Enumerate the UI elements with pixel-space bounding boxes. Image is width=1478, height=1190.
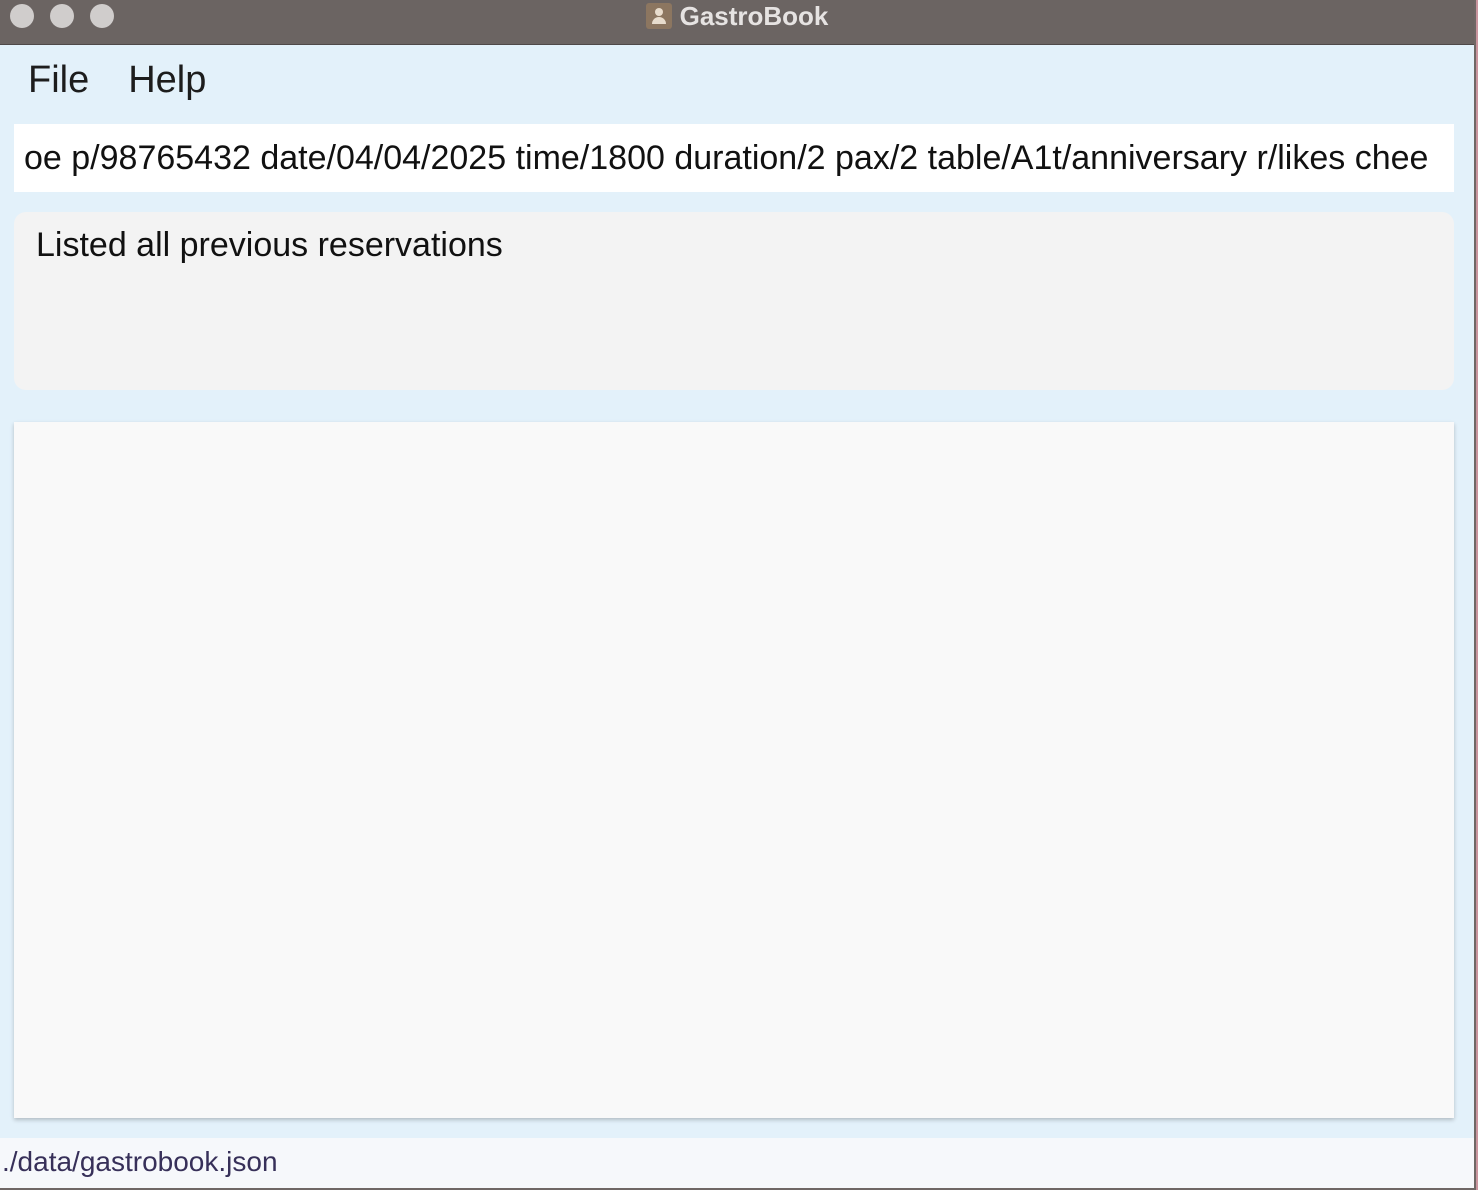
menu-bar: File Help (0, 48, 225, 112)
command-box[interactable]: oe p/98765432 date/04/04/2025 time/1800 … (14, 124, 1454, 192)
result-display: Listed all previous reservations (14, 212, 1454, 390)
result-message: Listed all previous reservations (36, 226, 503, 264)
reservation-list-panel[interactable] (14, 422, 1454, 1118)
window-title-group: GastroBook (0, 0, 1474, 32)
app-window: GastroBook File Help oe p/98765432 date/… (0, 0, 1476, 1190)
status-bar: ./data/gastrobook.json (0, 1138, 1474, 1188)
title-bar: GastroBook (0, 0, 1474, 45)
menu-file[interactable]: File (0, 59, 108, 102)
command-input[interactable]: oe p/98765432 date/04/04/2025 time/1800 … (14, 124, 1434, 192)
address-book-icon (645, 3, 672, 29)
storage-file-path: ./data/gastrobook.json (2, 1146, 278, 1177)
window-title: GastroBook (679, 0, 829, 31)
menu-help[interactable]: Help (108, 59, 225, 102)
